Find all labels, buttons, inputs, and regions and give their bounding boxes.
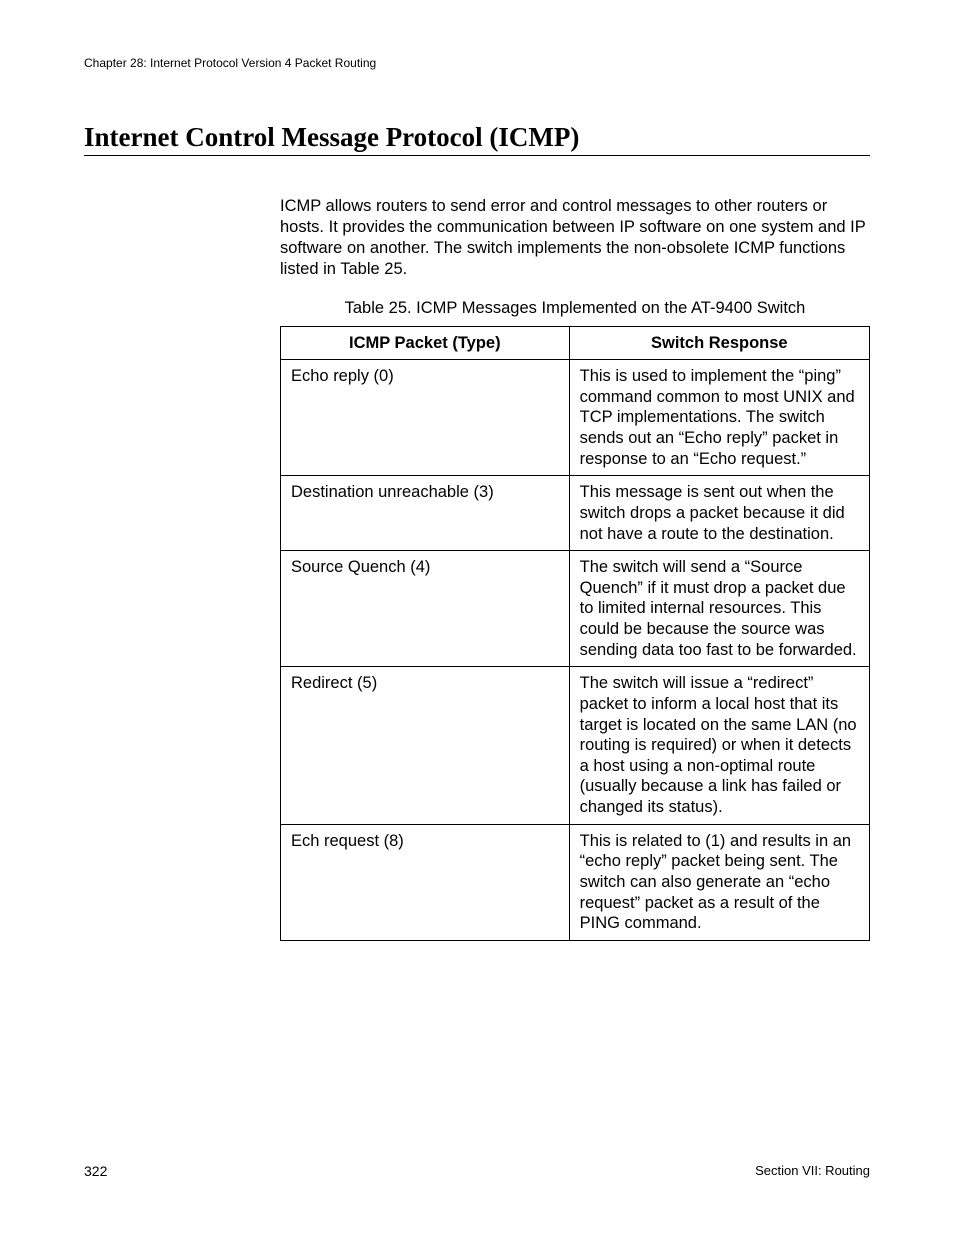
table-row: Source Quench (4) The switch will send a… [281, 551, 870, 667]
page-footer: 322 Section VII: Routing [84, 1163, 870, 1179]
table-row: Ech request (8) This is related to (1) a… [281, 824, 870, 940]
table-row: Redirect (5) The switch will issue a “re… [281, 667, 870, 824]
footer-section-label: Section VII: Routing [755, 1163, 870, 1179]
table-row: Echo reply (0) This is used to implement… [281, 360, 870, 476]
table-row: Destination unreachable (3) This message… [281, 476, 870, 551]
col-header-type: ICMP Packet (Type) [281, 326, 570, 360]
cell-type: Destination unreachable (3) [281, 476, 570, 551]
cell-resp: The switch will send a “Source Quench” i… [569, 551, 869, 667]
cell-resp: The switch will issue a “redirect” packe… [569, 667, 869, 824]
table-caption: Table 25. ICMP Messages Implemented on t… [280, 298, 870, 319]
cell-resp: This message is sent out when the switch… [569, 476, 869, 551]
cell-type: Ech request (8) [281, 824, 570, 940]
cell-resp: This is used to implement the “ping” com… [569, 360, 869, 476]
cell-type: Redirect (5) [281, 667, 570, 824]
table-header-row: ICMP Packet (Type) Switch Response [281, 326, 870, 360]
cell-type: Source Quench (4) [281, 551, 570, 667]
cell-type: Echo reply (0) [281, 360, 570, 476]
cell-resp: This is related to (1) and results in an… [569, 824, 869, 940]
page-number: 322 [84, 1163, 107, 1179]
running-header: Chapter 28: Internet Protocol Version 4 … [84, 56, 870, 70]
section-title: Internet Control Message Protocol (ICMP) [84, 122, 870, 156]
body-block: ICMP allows routers to send error and co… [280, 196, 870, 941]
intro-paragraph: ICMP allows routers to send error and co… [280, 196, 870, 280]
icmp-table: ICMP Packet (Type) Switch Response Echo … [280, 326, 870, 941]
page: Chapter 28: Internet Protocol Version 4 … [0, 0, 954, 1235]
col-header-response: Switch Response [569, 326, 869, 360]
